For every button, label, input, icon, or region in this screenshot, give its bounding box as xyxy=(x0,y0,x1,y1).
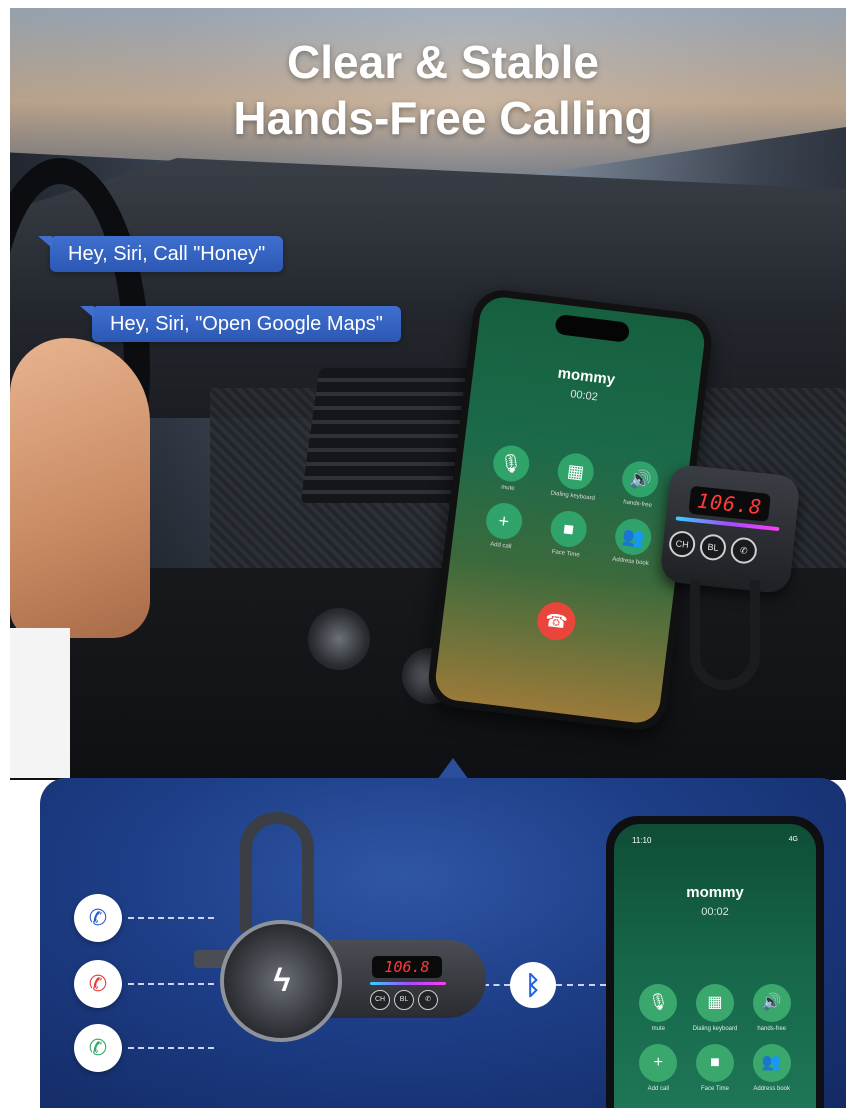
control-label: hands-free xyxy=(622,499,653,509)
control-label: Address book xyxy=(753,1086,791,1092)
contacts-control[interactable]: 👥 Address book xyxy=(743,1044,800,1092)
contacts-icon: 👥 xyxy=(613,516,654,558)
mute-control[interactable]: 🎙 mute xyxy=(475,442,545,496)
contacts-control[interactable]: 👥 Address book xyxy=(598,515,668,569)
connector-line xyxy=(556,984,606,986)
control-label: hands-free xyxy=(757,1026,786,1032)
headline-line-2: Hands-Free Calling xyxy=(233,92,653,144)
add-call-control[interactable]: + Add call xyxy=(468,499,538,553)
rgb-light-strip xyxy=(370,982,446,985)
frequency-display: 106.8 xyxy=(688,485,771,522)
facetime-control[interactable]: ■ Face Time xyxy=(533,507,603,561)
bass-button[interactable]: BL xyxy=(698,533,728,562)
control-label: Face Time xyxy=(551,549,580,559)
transmitter-buttons: CH BL ✆ xyxy=(370,990,438,1010)
microphone-icon: 🎙 xyxy=(490,443,531,484)
control-label: Dialing keyboard xyxy=(692,1026,738,1032)
control-label: Face Time xyxy=(700,1086,729,1092)
add-call-control[interactable]: + Add call xyxy=(630,1044,687,1092)
incoming-call-icon: ✆ xyxy=(74,894,122,942)
detail-phone: 11:10 4G mommy 00:02 🎙 mute ▦ Dialing keyb… xyxy=(606,816,824,1108)
channel-button[interactable]: CH xyxy=(370,990,390,1010)
driver-hand xyxy=(10,338,150,638)
phone-notch xyxy=(554,313,631,343)
frequency-display: 106.8 xyxy=(372,956,442,978)
climate-knob-left xyxy=(308,608,370,670)
fm-transmitter: 106.8 CH BL ✆ xyxy=(659,463,801,595)
answer-call-icon: ✆ xyxy=(74,1024,122,1072)
keypad-icon: ▦ xyxy=(555,451,596,492)
call-button[interactable]: ✆ xyxy=(418,990,438,1010)
speaker-icon: 🔊 xyxy=(752,984,791,1022)
plus-icon: + xyxy=(639,1044,678,1082)
transmitter-cable xyxy=(690,580,760,690)
video-camera-icon: ■ xyxy=(695,1044,734,1082)
voice-command-bubble: Hey, Siri, Call "Honey" xyxy=(37,236,284,272)
keypad-control[interactable]: ▦ Dialing keyboard xyxy=(687,984,744,1032)
status-network: 4G xyxy=(788,836,798,843)
phone-call-screen: 11:10 4G mommy 00:02 🎙 mute ▦ Dialing keyb… xyxy=(614,824,816,1108)
phone-icon: ✆ xyxy=(739,545,749,556)
hang-up-button[interactable]: ☎ xyxy=(535,599,578,643)
hang-up-icon: ☎ xyxy=(543,609,569,633)
control-label: Address book xyxy=(611,556,650,567)
connector-line xyxy=(128,917,214,919)
bluetooth-icon: ᛒ xyxy=(510,962,556,1008)
driver-sleeve xyxy=(10,628,70,778)
facetime-control[interactable]: ■ Face Time xyxy=(687,1044,744,1092)
contacts-icon: 👥 xyxy=(752,1044,791,1082)
fm-transmitter-detail: ϟ 106.8 CH BL ✆ xyxy=(194,920,486,1042)
caller-name: mommy xyxy=(686,884,744,901)
call-button[interactable]: ✆ xyxy=(729,536,759,565)
call-controls: 🎙 mute ▦ Dialing keyboard 🔊 hands-free + Add… xyxy=(468,442,675,569)
bass-button[interactable]: BL xyxy=(394,990,414,1010)
call-controls: 🎙 mute ▦ Dialing keyboard 🔊 hands-free + Add… xyxy=(630,984,800,1092)
headline: Clear & Stable Hands-Free Calling xyxy=(0,34,846,146)
connector-line xyxy=(128,1047,214,1049)
decline-call-icon: ✆ xyxy=(74,960,122,1008)
speaker-control[interactable]: 🔊 hands-free xyxy=(605,458,675,512)
status-time: 11:10 xyxy=(632,836,652,845)
control-label: Add call xyxy=(489,541,512,551)
control-label: Add call xyxy=(647,1086,669,1092)
microphone-icon: 🎙 xyxy=(639,984,678,1022)
voice-command-bubble: Hey, Siri, "Open Google Maps" xyxy=(80,306,401,342)
phone-icon: ✆ xyxy=(425,996,431,1003)
video-camera-icon: ■ xyxy=(548,508,589,550)
speaker-control[interactable]: 🔊 hands-free xyxy=(743,984,800,1032)
control-label: mute xyxy=(500,484,515,493)
keypad-icon: ▦ xyxy=(695,984,734,1022)
keypad-control[interactable]: ▦ Dialing keyboard xyxy=(540,450,610,504)
transmitter-buttons: CH BL ✆ xyxy=(667,529,759,565)
call-timer: 00:02 xyxy=(701,906,729,918)
mute-control[interactable]: 🎙 mute xyxy=(630,984,687,1032)
lightning-bolt-icon: ϟ xyxy=(273,962,291,998)
control-label: Dialing keyboard xyxy=(550,490,596,502)
vent-clip xyxy=(240,812,314,932)
plus-icon: + xyxy=(483,500,524,542)
channel-button[interactable]: CH xyxy=(667,529,697,559)
control-label: mute xyxy=(651,1026,665,1032)
headline-line-1: Clear & Stable xyxy=(287,36,599,88)
speaker-icon: 🔊 xyxy=(620,459,661,500)
panel-pointer xyxy=(437,758,469,780)
